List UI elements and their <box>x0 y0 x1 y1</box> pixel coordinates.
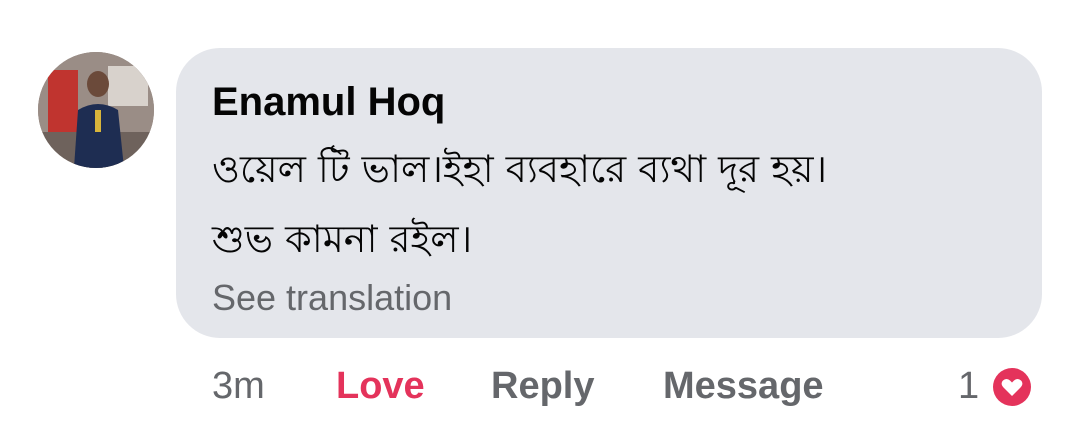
love-button[interactable]: Love <box>336 358 425 414</box>
comment-actions: 3m Love Reply Message 1 <box>0 358 1080 414</box>
profile-photo <box>38 52 154 168</box>
comment-timestamp: 3m <box>212 365 265 407</box>
reply-button[interactable]: Reply <box>491 358 594 414</box>
comment-author[interactable]: Enamul Hoq <box>212 78 445 126</box>
avatar[interactable] <box>38 52 154 168</box>
see-translation-link[interactable]: See translation <box>212 276 452 320</box>
message-button[interactable]: Message <box>663 358 824 414</box>
comment-text: ওয়েল টি ভাল।ইহা ব্যবহারে ব্যথা দূর হয়।… <box>212 147 828 261</box>
reaction-count[interactable]: 1 <box>958 358 979 414</box>
heart-icon[interactable] <box>988 363 1036 411</box>
